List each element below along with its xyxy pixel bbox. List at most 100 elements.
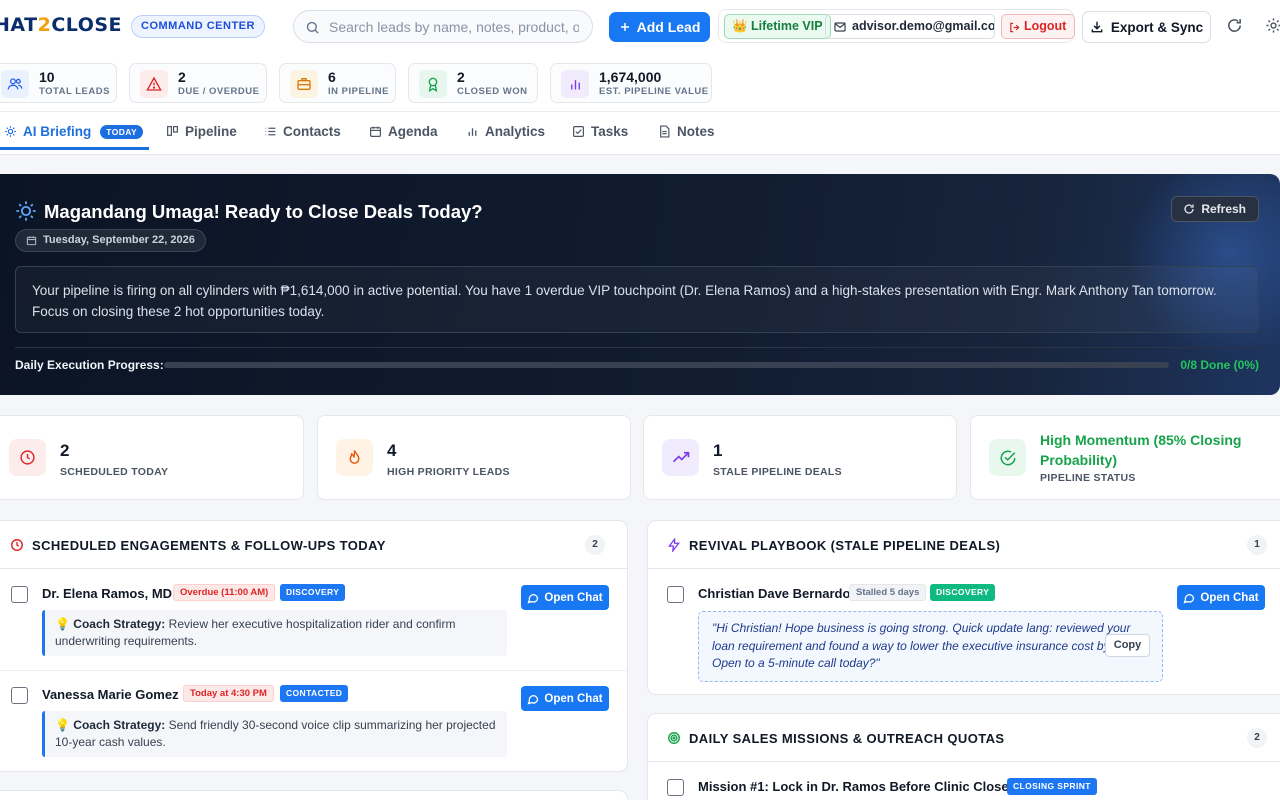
stalled-badge: Stalled 5 days	[849, 584, 927, 601]
complete-checkbox[interactable]	[667, 586, 684, 603]
briefing-message: Your pipeline is firing on all cylinders…	[15, 266, 1259, 333]
refresh-icon	[1184, 204, 1194, 214]
gear-icon[interactable]	[1265, 17, 1280, 34]
pipeline-status-value: High Momentum (85% Closing Probability)	[1040, 432, 1242, 468]
search-box[interactable]	[293, 10, 593, 43]
export-label: Export & Sync	[1110, 19, 1204, 35]
coach-label: Coach Strategy:	[73, 617, 166, 631]
tab-label: Contacts	[283, 124, 341, 139]
revival-script: "Hi Christian! Hope business is going st…	[698, 611, 1163, 682]
open-chat-button[interactable]: Open Chat	[1177, 585, 1265, 610]
tab-pipeline[interactable]: Pipeline	[166, 124, 237, 139]
stat-pipeline-value[interactable]: 1,674,000 EST. PIPELINE VALUE	[550, 63, 712, 103]
open-chat-button[interactable]: Open Chat	[521, 585, 609, 610]
stat-value: 6	[328, 69, 336, 85]
refresh-briefing-button[interactable]: Refresh	[1171, 196, 1259, 222]
panel-header: DAILY SALES MISSIONS & OUTREACH QUOTAS 2	[648, 714, 1280, 762]
card-high-priority[interactable]: 4 HIGH PRIORITY LEADS	[317, 415, 631, 500]
search-input[interactable]	[329, 18, 579, 36]
mission-name[interactable]: Mission #1: Lock in Dr. Ramos Before Cli…	[698, 779, 1016, 794]
card-scheduled-today[interactable]: 2 SCHEDULED TODAY	[0, 415, 304, 500]
clock-icon	[11, 539, 23, 551]
stage-badge: DISCOVERY	[280, 584, 346, 601]
coach-label: Coach Strategy:	[73, 718, 166, 732]
stat-label: CLOSED WON	[457, 86, 528, 97]
stage-badge: CONTACTED	[280, 685, 349, 702]
calendar-icon	[370, 126, 381, 137]
command-center-badge: COMMAND CENTER	[131, 15, 265, 38]
lead-name[interactable]: Vanessa Marie Gomez	[42, 687, 179, 702]
app-logo[interactable]: HAT2CLOSE	[0, 14, 122, 36]
chat-label: Open Chat	[544, 591, 603, 604]
alert-icon	[140, 70, 168, 98]
stat-closed-won[interactable]: 2 CLOSED WON	[408, 63, 538, 103]
panel-header: REVIVAL PLAYBOOK (STALE PIPELINE DEALS) …	[648, 521, 1280, 569]
progress-value: 0/8 Done (0%)	[1180, 358, 1259, 372]
panel-title: SCHEDULED ENGAGEMENTS & FOLLOW-UPS TODAY	[32, 538, 386, 553]
tab-analytics[interactable]: Analytics	[466, 124, 545, 139]
kanban-icon	[167, 126, 178, 136]
chat-bubble-icon	[527, 694, 539, 704]
stat-label: IN PIPELINE	[328, 86, 389, 97]
lead-name[interactable]: Christian Dave Bernardo	[698, 586, 850, 601]
next-panel-edge	[0, 790, 628, 800]
search-icon	[306, 21, 319, 34]
sparkle-icon	[5, 126, 16, 137]
checkbox-icon	[573, 126, 584, 137]
active-tab-indicator	[0, 147, 149, 150]
panel-title: REVIVAL PLAYBOOK (STALE PIPELINE DEALS)	[689, 538, 1001, 553]
logout-button[interactable]: Logout	[1001, 14, 1076, 39]
complete-checkbox[interactable]	[11, 586, 28, 603]
panel-header: SCHEDULED ENGAGEMENTS & FOLLOW-UPS TODAY…	[0, 521, 627, 569]
daily-missions-panel: DAILY SALES MISSIONS & OUTREACH QUOTAS 2…	[647, 713, 1280, 800]
mission-tag: CLOSING SPRINT	[1007, 778, 1097, 795]
card-pipeline-status[interactable]: High Momentum (85% Closing Probability) …	[970, 415, 1280, 500]
briefcase-icon	[290, 70, 318, 98]
tab-label: Pipeline	[185, 124, 237, 139]
stat-value: 2	[178, 69, 186, 85]
email-text: advisor.demo@gmail.com	[852, 19, 995, 33]
count-badge: 2	[1247, 728, 1267, 748]
document-icon	[660, 125, 670, 138]
card-label: PIPELINE STATUS	[1040, 472, 1136, 484]
logout-icon	[1010, 22, 1020, 33]
check-circle-icon	[989, 439, 1026, 476]
sun-icon	[16, 201, 36, 221]
tab-tasks[interactable]: Tasks	[572, 124, 628, 139]
mail-icon	[834, 22, 846, 32]
plus-icon	[620, 23, 629, 31]
stat-due-overdue[interactable]: 2 DUE / OVERDUE	[129, 63, 267, 103]
complete-checkbox[interactable]	[11, 687, 28, 704]
scheduled-engagements-panel: SCHEDULED ENGAGEMENTS & FOLLOW-UPS TODAY…	[0, 520, 628, 772]
mission-checkbox[interactable]	[667, 779, 684, 796]
card-value: 4	[387, 441, 397, 460]
progress-bar	[164, 362, 1169, 368]
card-stale-deals[interactable]: 1 STALE PIPELINE DEALS	[643, 415, 957, 500]
tab-ai-briefing[interactable]: AI Briefing TODAY	[4, 124, 144, 139]
stat-value: 10	[39, 69, 55, 85]
tab-label: Analytics	[485, 124, 546, 139]
stat-total-leads[interactable]: 10 TOTAL LEADS	[0, 63, 117, 103]
copy-script-button[interactable]: Copy	[1105, 634, 1150, 657]
add-lead-button[interactable]: Add Lead	[609, 12, 710, 42]
add-lead-label: Add Lead	[636, 19, 701, 35]
lead-name[interactable]: Dr. Elena Ramos, MD	[42, 586, 172, 601]
count-badge: 1	[1247, 535, 1267, 555]
tab-contacts[interactable]: Contacts	[264, 124, 341, 139]
account-email[interactable]: advisor.demo@gmail.com	[825, 14, 995, 39]
award-icon	[419, 70, 447, 98]
tab-label: Tasks	[591, 124, 629, 139]
chat-label: Open Chat	[1200, 591, 1259, 604]
refresh-icon[interactable]	[1226, 17, 1243, 34]
chat-label: Open Chat	[544, 692, 603, 705]
download-icon	[1091, 21, 1103, 33]
divider	[15, 347, 1259, 348]
export-sync-button[interactable]: Export & Sync	[1082, 11, 1211, 43]
stat-label: DUE / OVERDUE	[178, 86, 260, 97]
stat-in-pipeline[interactable]: 6 IN PIPELINE	[279, 63, 396, 103]
chat-bubble-icon	[527, 593, 539, 603]
open-chat-button[interactable]: Open Chat	[521, 686, 609, 711]
count-badge: 2	[585, 535, 605, 555]
tab-agenda[interactable]: Agenda	[369, 124, 438, 139]
tab-notes[interactable]: Notes	[658, 124, 715, 139]
